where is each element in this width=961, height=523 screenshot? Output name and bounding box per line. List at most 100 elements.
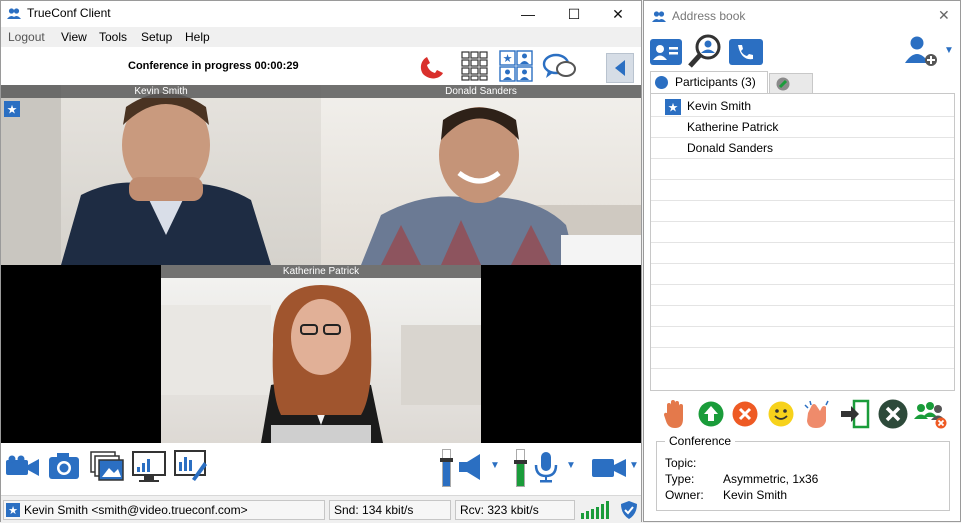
list-item[interactable]: Katherine Patrick <box>651 117 954 138</box>
snapshot-icon[interactable] <box>48 451 80 481</box>
speaker-volume-slider[interactable] <box>440 449 453 487</box>
menu-help[interactable]: Help <box>185 30 210 44</box>
end-conference-icon[interactable] <box>878 399 908 429</box>
status-user-text: Kevin Smith <smith@video.trueconf.com> <box>24 503 248 517</box>
empty-row <box>651 348 954 369</box>
menu-setup[interactable]: Setup <box>141 30 172 44</box>
call-toolbar: Conference in progress 00:00:29 ★ <box>1 47 641 85</box>
add-contact-dropdown-icon[interactable]: ▼ <box>944 45 954 56</box>
menu-tools[interactable]: Tools <box>99 30 127 44</box>
applause-icon[interactable] <box>802 399 832 429</box>
menu-bar: Logout View Tools Setup Help <box>1 27 641 47</box>
promote-icon[interactable] <box>698 401 724 427</box>
svg-text:★: ★ <box>668 101 679 115</box>
topic-label: Topic: <box>665 456 697 470</box>
camera-toggle-icon[interactable] <box>6 455 40 479</box>
address-book-tabs: Participants (3) <box>650 71 955 93</box>
maximize-button[interactable]: ☐ <box>551 1 597 27</box>
svg-text:★: ★ <box>8 504 18 517</box>
tab-participants[interactable]: Participants (3) <box>650 71 768 93</box>
slideshow-icon[interactable] <box>90 451 124 481</box>
speaker-icon[interactable] <box>458 453 484 481</box>
participant-name: Kevin Smith <box>687 99 752 113</box>
minimize-button[interactable]: — <box>505 1 551 27</box>
raise-hand-icon[interactable] <box>664 399 686 429</box>
signal-strength-icon <box>581 501 609 519</box>
chat-icon[interactable] <box>542 53 578 81</box>
menu-logout[interactable]: Logout <box>8 30 45 44</box>
tab-chat[interactable] <box>769 73 813 93</box>
whiteboard-icon[interactable] <box>174 450 208 482</box>
smile-icon[interactable] <box>768 401 794 427</box>
empty-row <box>651 222 954 243</box>
status-receive: Rcv: 323 kbit/s <box>455 500 575 520</box>
app-logo-icon <box>7 8 21 19</box>
collapse-panel-button[interactable] <box>606 53 634 83</box>
mic-volume-slider[interactable] <box>514 449 527 487</box>
speaker-dropdown-icon[interactable]: ▼ <box>490 460 500 471</box>
video-camera-icon[interactable] <box>591 457 627 479</box>
remove-icon[interactable] <box>732 401 758 427</box>
status-user: ★ Kevin Smith <smith@video.trueconf.com> <box>3 500 325 520</box>
media-controls: ▼ ▼ ▼ <box>1 443 641 495</box>
user-star-icon: ★ <box>6 503 20 517</box>
status-send: Snd: 134 kbit/s <box>329 500 451 520</box>
address-book-panel: Address book ✕ ▼ Participants (3) ★ Kevi… <box>643 0 961 522</box>
menu-view[interactable]: View <box>61 30 87 44</box>
participants-tab-label: Participants (3) <box>675 75 756 89</box>
empty-row <box>651 243 954 264</box>
hangup-icon[interactable] <box>417 52 449 82</box>
list-item[interactable]: ★ Kevin Smith <box>651 96 954 117</box>
leave-icon[interactable] <box>840 399 870 429</box>
contacts-icon[interactable] <box>650 39 682 65</box>
address-book-close-button[interactable]: ✕ <box>938 7 950 24</box>
video-tile-donald[interactable]: Donald Sanders <box>321 85 641 265</box>
list-item[interactable]: Donald Sanders <box>651 138 954 159</box>
status-bar: ★ Kevin Smith <smith@video.trueconf.com>… <box>1 495 641 523</box>
participants-tab-icon <box>655 76 668 89</box>
participant-video <box>361 107 641 265</box>
call-history-icon[interactable] <box>729 39 763 65</box>
tile-name-katherine: Katherine Patrick <box>161 265 481 278</box>
camera-dropdown-icon[interactable]: ▼ <box>629 460 639 471</box>
close-button[interactable]: ✕ <box>595 1 641 27</box>
participant-video <box>161 285 481 443</box>
participant-video <box>1 85 271 265</box>
security-shield-icon <box>621 501 637 519</box>
window-title: TrueConf Client <box>27 6 111 20</box>
conference-status: Conference in progress 00:00:29 <box>128 60 299 72</box>
video-tile-katherine[interactable]: Katherine Patrick <box>161 265 481 443</box>
microphone-icon[interactable] <box>533 451 559 483</box>
owner-label: Owner: <box>665 488 704 502</box>
add-contact-icon[interactable] <box>904 35 938 67</box>
video-grid: Kevin Smith ★ Donald Sanders Katherine P… <box>1 85 641 443</box>
owner-star-icon: ★ <box>665 99 681 115</box>
empty-row <box>651 201 954 222</box>
address-book-title: Address book <box>672 9 746 23</box>
empty-row <box>651 306 954 327</box>
screen-share-icon[interactable] <box>132 451 166 483</box>
type-value: Asymmetric, 1x36 <box>723 472 819 486</box>
owner-star-icon: ★ <box>4 101 20 117</box>
svg-text:★: ★ <box>503 52 513 65</box>
tile-name-donald: Donald Sanders <box>321 85 641 98</box>
video-tile-kevin[interactable]: Kevin Smith ★ <box>1 85 321 265</box>
remove-participants-icon[interactable] <box>914 401 948 429</box>
address-book-logo-icon <box>652 11 666 22</box>
conference-legend: Conference <box>665 434 736 448</box>
client-window: TrueConf Client — ☐ ✕ Logout View Tools … <box>0 0 642 523</box>
empty-row <box>651 180 954 201</box>
empty-row <box>651 285 954 306</box>
type-label: Type: <box>665 472 695 486</box>
empty-row <box>651 327 954 348</box>
participant-name: Katherine Patrick <box>687 120 779 134</box>
search-icon[interactable] <box>688 34 722 68</box>
participant-list: ★ Kevin Smith Katherine Patrick Donald S… <box>650 93 955 391</box>
participant-actions <box>644 397 961 431</box>
participant-name: Donald Sanders <box>687 141 774 155</box>
dialpad-icon[interactable] <box>461 51 489 81</box>
empty-row <box>651 159 954 180</box>
svg-text:★: ★ <box>7 103 18 117</box>
mic-dropdown-icon[interactable]: ▼ <box>566 460 576 471</box>
layout-icon[interactable]: ★ <box>499 50 533 82</box>
